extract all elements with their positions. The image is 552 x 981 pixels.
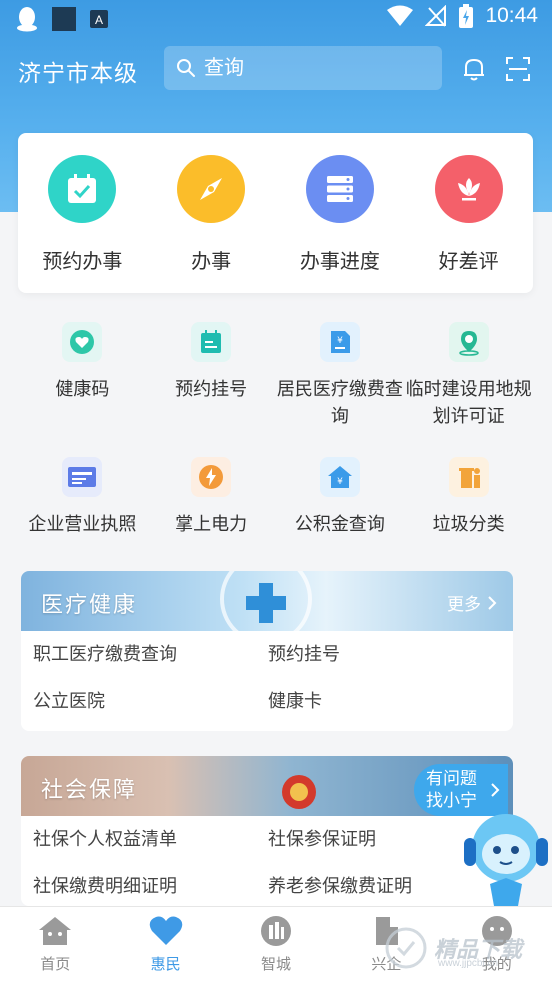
app-square-icon (52, 7, 76, 31)
quick-action-rating[interactable]: 好差评 (404, 133, 533, 293)
service-land-permit[interactable]: 临时建设用地规划许可证 (404, 322, 533, 457)
quick-action-label: 预约办事 (42, 251, 123, 273)
font-a-icon: A (90, 10, 108, 28)
tab-huimin[interactable]: 惠民 (110, 907, 220, 981)
search-box[interactable] (164, 46, 442, 90)
quick-actions-card: 预约办事 办事 办事进度 好差评 (18, 133, 533, 293)
chevron-right-icon (491, 783, 500, 797)
medical-panel-title: 医疗健康 (41, 592, 138, 617)
service-label: 预约挂号 (175, 379, 248, 399)
watermark-url: www.jjpcbl.cn (438, 958, 499, 969)
quick-action-label: 办事进度 (299, 251, 380, 273)
more-link[interactable]: 更多 (447, 590, 497, 615)
social-link[interactable]: 社保缴费明细证明 (33, 863, 268, 906)
medical-fee-icon: ¥ (319, 322, 360, 362)
service-label: 居民医疗缴费查询 (276, 379, 403, 426)
trash-sort-icon (448, 457, 489, 497)
search-input[interactable] (204, 56, 424, 80)
medical-link[interactable]: 健康卡 (268, 678, 503, 725)
tab-label: 惠民 (150, 956, 181, 973)
quick-action-label: 好差评 (438, 251, 499, 273)
service-grid: 健康码 预约挂号 ¥ 居民医疗缴费查询 临时建设用地规划许可证 企业营业执照 掌… (18, 322, 533, 577)
housing-fund-icon: ¥ (319, 457, 360, 497)
watermark-logo-icon (385, 927, 427, 969)
tab-label: 智城 (260, 956, 291, 973)
chevron-right-icon (488, 595, 497, 610)
service-business-license[interactable]: 企业营业执照 (18, 457, 147, 577)
medical-link[interactable]: 公立医院 (33, 678, 268, 725)
tab-label: 首页 (40, 956, 71, 973)
service-trash-sort[interactable]: 垃圾分类 (404, 457, 533, 577)
service-label: 公积金查询 (294, 514, 385, 534)
social-links: 社保个人权益清单 社保参保证明 社保缴费明细证明 养老参保缴费证明 (21, 816, 513, 906)
scan-icon[interactable] (505, 56, 531, 82)
quick-action-handle[interactable]: 办事 (147, 133, 276, 293)
no-signal-icon (425, 5, 447, 27)
emblem-icon (282, 775, 316, 809)
svg-text:¥: ¥ (337, 477, 343, 487)
search-icon (177, 59, 195, 77)
status-bar: A 10:44 (0, 0, 552, 38)
service-label: 垃圾分类 (432, 514, 505, 534)
more-label: 更多 (447, 595, 481, 614)
medical-link[interactable]: 预约挂号 (268, 631, 503, 678)
qq-penguin-icon (17, 7, 37, 32)
service-label: 临时建设用地规划许可证 (405, 379, 532, 426)
health-code-icon (62, 322, 103, 362)
svg-text:¥: ¥ (337, 336, 343, 346)
service-register[interactable]: 预约挂号 (147, 322, 276, 457)
medical-cross-icon (220, 571, 312, 631)
medical-health-panel: 医疗健康 更多 职工医疗缴费查询 预约挂号 公立医院 健康卡 (21, 571, 513, 731)
mascot-xiaoning-icon[interactable] (460, 808, 552, 908)
city-selector[interactable]: 济宁市本级 (18, 54, 138, 88)
home-icon (39, 917, 72, 945)
medical-banner[interactable]: 医疗健康 更多 (21, 571, 513, 631)
service-medical-fee[interactable]: ¥ 居民医疗缴费查询 (276, 322, 405, 457)
svg-text:A: A (95, 13, 103, 27)
service-electric-power[interactable]: 掌上电力 (147, 457, 276, 577)
city-icon (260, 916, 291, 946)
social-link[interactable]: 社保个人权益清单 (33, 816, 268, 863)
top-bar: 济宁市本级 (0, 46, 552, 92)
social-panel-title: 社会保障 (41, 777, 138, 802)
lotus-icon (434, 155, 503, 223)
service-label: 企业营业执照 (28, 514, 137, 534)
medical-link[interactable]: 职工医疗缴费查询 (33, 631, 268, 678)
service-label: 健康码 (55, 379, 110, 399)
medical-links: 职工医疗缴费查询 预约挂号 公立医院 健康卡 (21, 631, 513, 725)
server-list-icon (305, 155, 374, 223)
lightning-icon (191, 457, 232, 497)
service-health-code[interactable]: 健康码 (18, 322, 147, 457)
quick-action-appointment[interactable]: 预约办事 (18, 133, 147, 293)
quick-action-label: 办事 (191, 251, 232, 273)
compass-icon (177, 155, 246, 223)
bell-icon[interactable] (462, 56, 486, 82)
quick-action-progress[interactable]: 办事进度 (276, 133, 405, 293)
watermark: 精品下载 www.jjpcbl.cn (384, 922, 550, 974)
register-icon (191, 322, 232, 362)
status-time: 10:44 (485, 4, 538, 27)
heart-icon (149, 916, 182, 945)
battery-charging-icon (459, 4, 474, 28)
tab-home[interactable]: 首页 (0, 907, 110, 981)
location-permit-icon (448, 322, 489, 362)
calendar-check-icon (48, 155, 117, 223)
tab-zhicheng[interactable]: 智城 (221, 907, 331, 981)
service-label: 掌上电力 (175, 514, 248, 534)
service-housing-fund[interactable]: ¥ 公积金查询 (276, 457, 405, 577)
business-license-icon (62, 457, 103, 497)
wifi-icon (387, 5, 414, 26)
